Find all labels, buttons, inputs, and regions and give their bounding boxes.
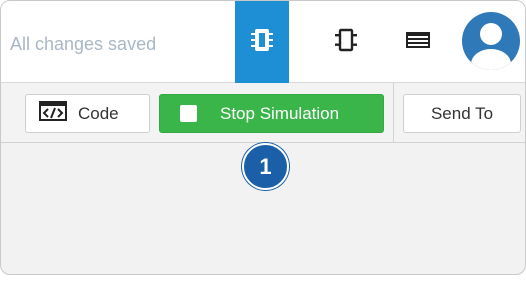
stop-simulation-label: Stop Simulation	[220, 103, 340, 123]
save-status: All changes saved	[10, 34, 157, 54]
toolbar-divider	[393, 83, 394, 143]
toolbar: Code Stop Simulation Send To	[1, 83, 525, 143]
send-to-label: Send To	[430, 103, 494, 123]
callout-number: 1	[259, 153, 272, 179]
component-icon	[334, 27, 358, 58]
code-button[interactable]: Code	[25, 94, 150, 133]
app-window: All changes saved Code Stop Simulation S…	[0, 0, 526, 275]
stop-icon	[180, 105, 197, 122]
stop-simulation-button[interactable]: Stop Simulation	[159, 94, 384, 133]
code-label: Code	[78, 103, 119, 123]
component-view-button[interactable]	[319, 1, 373, 83]
list-view-button[interactable]	[391, 1, 445, 83]
user-avatar-icon[interactable]	[462, 12, 520, 70]
top-bar: All changes saved	[1, 1, 525, 83]
code-icon	[39, 101, 67, 126]
send-to-button[interactable]: Send To	[403, 94, 521, 133]
circuit-view-button[interactable]	[235, 1, 289, 83]
list-icon	[405, 31, 431, 54]
chip-icon	[250, 27, 274, 58]
step-callout-badge: 1	[242, 143, 289, 190]
